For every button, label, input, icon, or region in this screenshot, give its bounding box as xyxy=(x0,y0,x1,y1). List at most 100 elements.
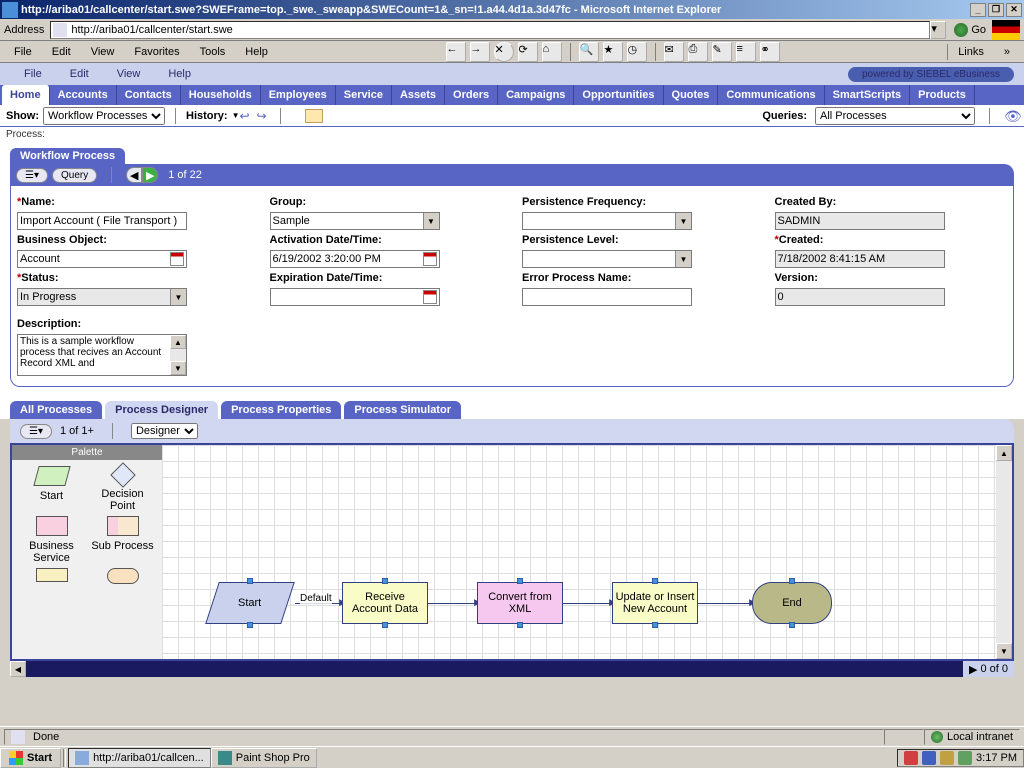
tab-smartscripts[interactable]: SmartScripts xyxy=(825,85,910,105)
close-button[interactable]: ✕ xyxy=(1006,3,1022,17)
tab-service[interactable]: Service xyxy=(336,85,392,105)
designer-mode-select[interactable]: Designer xyxy=(131,423,198,439)
forward-icon[interactable]: → xyxy=(470,42,490,62)
tab-employees[interactable]: Employees xyxy=(261,85,336,105)
ie-menu-help[interactable]: Help xyxy=(235,44,278,60)
search-icon[interactable]: 🔍 xyxy=(579,42,599,62)
expiration-field[interactable] xyxy=(270,288,440,306)
chevron-down-icon[interactable]: ▼ xyxy=(423,213,439,229)
connector[interactable] xyxy=(563,603,612,604)
handle-icon[interactable] xyxy=(517,622,523,628)
tray-icon[interactable] xyxy=(940,751,954,765)
ie-menu-view[interactable]: View xyxy=(81,44,125,60)
applet-menu-button[interactable]: ☰▾ xyxy=(16,168,48,183)
tray-icon[interactable] xyxy=(958,751,972,765)
palette-business-service[interactable]: Business Service xyxy=(18,516,85,564)
picklist-icon[interactable] xyxy=(170,252,184,266)
step-receive-account-data[interactable]: Receive Account Data xyxy=(342,582,428,624)
description-field[interactable]: This is a sample workflow process that r… xyxy=(17,334,187,376)
mail-icon[interactable]: ✉ xyxy=(664,42,684,62)
activation-field[interactable]: 6/19/2002 3:20:00 PM xyxy=(270,250,440,268)
subtab-all-processes[interactable]: All Processes xyxy=(10,401,102,419)
handle-icon[interactable] xyxy=(247,578,253,584)
print-icon[interactable]: ⎙ xyxy=(688,42,708,62)
sitemap-icon[interactable] xyxy=(305,109,323,123)
stop-icon[interactable]: ✕ xyxy=(494,42,514,62)
query-button[interactable]: Query xyxy=(52,168,97,183)
handle-icon[interactable] xyxy=(652,578,658,584)
tab-assets[interactable]: Assets xyxy=(392,85,445,105)
calendar-icon[interactable] xyxy=(423,252,437,266)
palette-start[interactable]: Start xyxy=(18,466,85,512)
app-menu-view[interactable]: View xyxy=(103,66,155,82)
edit-icon[interactable]: ✎ xyxy=(712,42,732,62)
handle-icon[interactable] xyxy=(382,578,388,584)
related-icon[interactable]: ⚭ xyxy=(760,42,780,62)
tab-opportunities[interactable]: Opportunities xyxy=(574,85,663,105)
scroll-down-icon[interactable]: ▼ xyxy=(996,643,1012,659)
history-icon[interactable]: ◷ xyxy=(627,42,647,62)
binoculars-icon[interactable]: 👁 xyxy=(1004,108,1018,124)
task-ie[interactable]: http://ariba01/callcen... xyxy=(68,748,211,768)
handle-icon[interactable] xyxy=(382,622,388,628)
subtab-process-simulator[interactable]: Process Simulator xyxy=(344,401,461,419)
scroll-left-icon[interactable]: ◀ xyxy=(10,661,26,677)
back-icon[interactable]: ← xyxy=(446,42,466,62)
record-next-button[interactable]: ▶ xyxy=(142,167,158,183)
chevron-down-icon[interactable]: ▼ xyxy=(675,251,691,267)
ie-menu-edit[interactable]: Edit xyxy=(42,44,81,60)
connector[interactable] xyxy=(428,603,477,604)
canvas[interactable]: Default Start Receive Account Data Conve… xyxy=(162,445,996,659)
app-menu-edit[interactable]: Edit xyxy=(56,66,103,82)
step-end[interactable]: End xyxy=(752,582,832,624)
calendar-icon[interactable] xyxy=(423,290,437,304)
tab-households[interactable]: Households xyxy=(181,85,261,105)
tab-home[interactable]: Home xyxy=(2,85,50,105)
clock[interactable]: 3:17 PM xyxy=(976,752,1017,764)
persist-freq-field[interactable]: ▼ xyxy=(522,212,692,230)
restore-button[interactable]: ❐ xyxy=(988,3,1004,17)
scroll-down-icon[interactable]: ▼ xyxy=(170,361,186,375)
name-field[interactable]: Import Account ( File Transport ) xyxy=(17,212,187,230)
handle-icon[interactable] xyxy=(247,622,253,628)
record-prev-button[interactable]: ◀ xyxy=(126,167,142,183)
ie-menu-file[interactable]: File xyxy=(4,44,42,60)
go-button[interactable]: Go xyxy=(954,23,986,37)
canvas-vscroll[interactable]: ▲ ▼ xyxy=(996,445,1012,659)
handle-icon[interactable] xyxy=(652,622,658,628)
links-chevron-icon[interactable]: » xyxy=(994,44,1020,60)
show-select[interactable]: Workflow Processes xyxy=(43,107,165,125)
minimize-button[interactable]: _ xyxy=(970,3,986,17)
palette-item-5[interactable] xyxy=(18,568,85,588)
designer-menu-button[interactable]: ☰▾ xyxy=(20,424,52,439)
tab-orders[interactable]: Orders xyxy=(445,85,498,105)
favorites-icon[interactable]: ★ xyxy=(603,42,623,62)
subtab-process-properties[interactable]: Process Properties xyxy=(221,401,341,419)
persist-level-field[interactable]: ▼ xyxy=(522,250,692,268)
handle-icon[interactable] xyxy=(789,622,795,628)
status-field[interactable]: In Progress▼ xyxy=(17,288,187,306)
handle-icon[interactable] xyxy=(517,578,523,584)
start-button[interactable]: Start xyxy=(0,748,61,768)
discuss-icon[interactable]: ≡ xyxy=(736,42,756,62)
refresh-icon[interactable]: ⟳ xyxy=(518,42,538,62)
chevron-down-icon[interactable]: ▼ xyxy=(170,289,186,305)
tab-contacts[interactable]: Contacts xyxy=(117,85,181,105)
tray-icon[interactable] xyxy=(904,751,918,765)
step-convert-from-xml[interactable]: Convert from XML xyxy=(477,582,563,624)
ie-menu-favorites[interactable]: Favorites xyxy=(124,44,189,60)
connector[interactable] xyxy=(698,603,752,604)
address-dropdown[interactable]: ▾ xyxy=(930,21,946,39)
palette-item-6[interactable] xyxy=(89,568,156,588)
queries-select[interactable]: All Processes xyxy=(815,107,975,125)
home-icon[interactable]: ⌂ xyxy=(542,42,562,62)
system-tray[interactable]: 3:17 PM xyxy=(897,749,1024,767)
tab-quotes[interactable]: Quotes xyxy=(664,85,719,105)
subtab-process-designer[interactable]: Process Designer xyxy=(105,401,218,419)
scroll-up-icon[interactable]: ▲ xyxy=(170,335,186,349)
bottom-hscroll[interactable]: ◀ ▶0 of 0 xyxy=(10,661,1014,677)
tray-icon[interactable] xyxy=(922,751,936,765)
app-menu-help[interactable]: Help xyxy=(154,66,205,82)
handle-icon[interactable] xyxy=(789,578,795,584)
task-psp[interactable]: Paint Shop Pro xyxy=(211,748,317,768)
